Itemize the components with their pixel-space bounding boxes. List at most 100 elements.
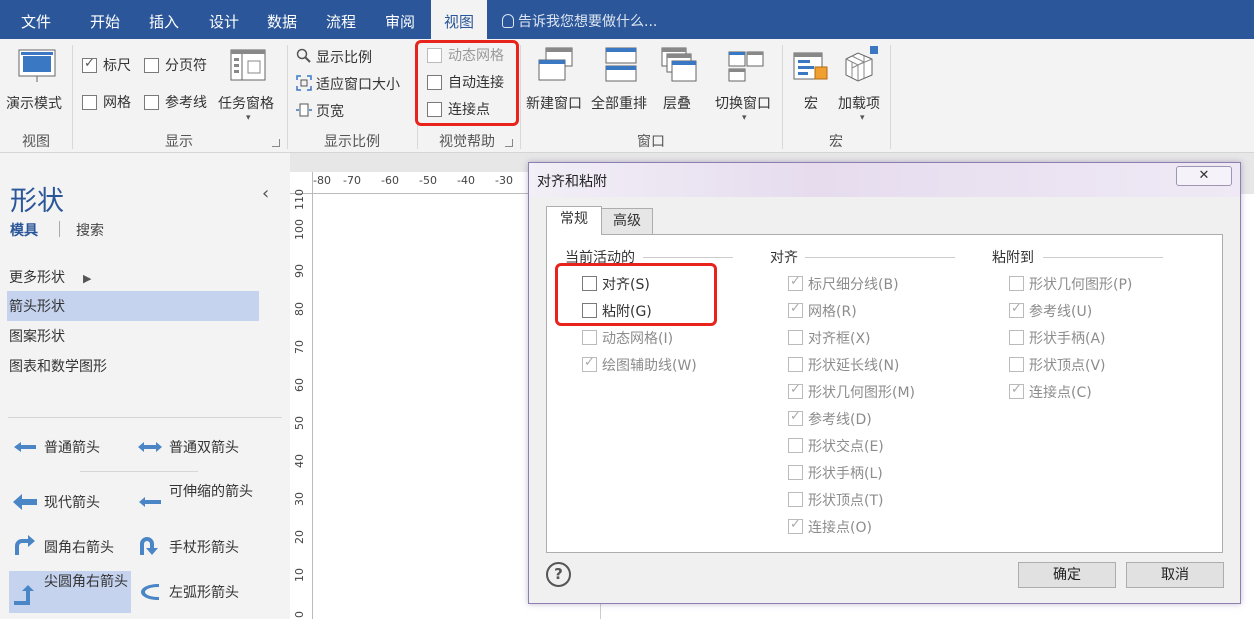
collapse-pane-icon[interactable]: ‹: [262, 183, 269, 204]
snap-guides-label: 参考线(D): [808, 412, 872, 428]
close-button[interactable]: ✕: [1176, 166, 1232, 186]
new-window-icon: [538, 47, 573, 81]
page-breaks-label: 分页符: [165, 58, 207, 74]
group-separator: [890, 45, 891, 149]
pointed-rounded-arrow-icon: [14, 585, 34, 605]
page-width-button[interactable]: 页宽: [294, 100, 374, 122]
dialog-titlebar[interactable]: 对齐和粘附 ✕: [529, 163, 1240, 197]
dialog-launcher-icon[interactable]: [272, 139, 280, 147]
macros-button[interactable]: 宏: [790, 45, 832, 123]
shape-simple-arrow[interactable]: 普通箭头: [10, 433, 132, 461]
help-button[interactable]: ?: [546, 562, 571, 587]
glue-connection-points-checkbox[interactable]: [1009, 382, 1024, 399]
stencil-charts-math[interactable]: 图表和数学图形: [9, 356, 107, 376]
addins-button[interactable]: 加载项 ▾: [836, 45, 890, 123]
snap-shape-extensions-label: 形状延长线(N): [808, 358, 900, 374]
snap-alignment-box-checkbox[interactable]: [788, 330, 803, 345]
task-panes-button[interactable]: 任务窗格 ▾: [216, 45, 282, 123]
menu-design[interactable]: 设计: [196, 0, 252, 39]
vertical-ruler[interactable]: 110 100 90 80 70 60 50 40 30 20 10 0: [290, 189, 313, 619]
switch-windows-icon: [728, 51, 764, 82]
macro-icon: [793, 52, 828, 80]
snap-intersections-checkbox[interactable]: [788, 438, 803, 453]
guides-checkbox[interactable]: [144, 95, 159, 110]
grid-checkbox[interactable]: [82, 95, 97, 110]
glue-shape-geometry-checkbox[interactable]: [1009, 276, 1024, 291]
tab-general[interactable]: 常规: [546, 206, 602, 235]
shape-modern-arrow[interactable]: 现代箭头: [10, 488, 132, 516]
ok-button[interactable]: 确定: [1018, 562, 1116, 588]
menu-bar: 文件 开始 插入 设计 数据 流程 审阅 视图 告诉我您想要做什么...: [0, 0, 1254, 39]
chevron-down-icon: ▾: [860, 113, 865, 123]
tab-search[interactable]: 搜索: [76, 220, 104, 240]
cascade-button[interactable]: 层叠: [655, 45, 705, 115]
glue-vertices-checkbox[interactable]: [1009, 357, 1024, 372]
lightbulb-icon: [502, 14, 514, 28]
horizontal-ruler[interactable]: -80 -70 -60 -50 -40 -30: [313, 172, 533, 194]
shape-cane-arrow[interactable]: 手杖形箭头: [135, 533, 275, 561]
shapes-pane: 形状 ‹ 模具 搜索 更多形状 ▶ 箭头形状 图案形状 图表和数学图形 普通箭头 …: [0, 153, 290, 619]
snap-ruler-subdivisions-checkbox[interactable]: [788, 274, 803, 291]
page-width-icon: [296, 103, 312, 117]
glue-guides-checkbox[interactable]: [1009, 301, 1024, 318]
ruler-checkbox[interactable]: [82, 56, 97, 73]
dynamic-grid-option-label: 动态网格(I): [602, 331, 674, 347]
snap-vertices-checkbox[interactable]: [788, 492, 803, 507]
menu-insert[interactable]: 插入: [136, 0, 192, 39]
snap-shape-extensions-checkbox[interactable]: [788, 357, 803, 372]
presentation-mode-button[interactable]: 演示模式: [4, 45, 70, 112]
shape-flexible-arrow[interactable]: 可伸缩的箭头: [135, 483, 275, 523]
snap-alignment-box-label: 对齐框(X): [808, 331, 871, 347]
ribbon: 演示模式 视图 标尺 分页符 网格 参考线 任务窗格 ▾ 显示 显示比例 适应窗…: [0, 39, 1254, 153]
chevron-down-icon: ▾: [742, 113, 747, 123]
menu-data[interactable]: 数据: [254, 0, 310, 39]
shape-rounded-right-arrow[interactable]: 圆角右箭头: [10, 533, 132, 561]
tab-advanced[interactable]: 高级: [601, 208, 653, 235]
rounded-arrow-icon: [15, 535, 35, 555]
snap-handles-checkbox[interactable]: [788, 465, 803, 480]
help-icon: ?: [554, 565, 563, 583]
left-arrow-icon: [14, 442, 36, 452]
chevron-right-icon: ▶: [83, 272, 92, 285]
group-label-visual-aids: 视觉帮助: [439, 134, 495, 150]
divider: [8, 417, 282, 418]
stencil-arrows[interactable]: 箭头形状: [9, 296, 65, 316]
menu-home[interactable]: 开始: [78, 0, 132, 39]
shape-double-arrow[interactable]: 普通双箭头: [135, 433, 275, 461]
fit-to-window-button[interactable]: 适应窗口大小: [294, 73, 414, 95]
zoom-button[interactable]: 显示比例: [294, 46, 404, 68]
arrange-all-button[interactable]: 全部重排: [589, 45, 653, 115]
menu-process[interactable]: 流程: [313, 0, 369, 39]
snap-ruler-subdivisions-label: 标尺细分线(B): [808, 277, 899, 293]
snap-connection-points-checkbox[interactable]: [788, 517, 803, 534]
divider: [80, 471, 198, 472]
group-label-view: 视图: [22, 134, 50, 150]
double-arrow-icon: [138, 442, 162, 452]
more-shapes-item[interactable]: 更多形状 ▶: [9, 267, 91, 287]
section-line: [643, 257, 733, 258]
glue-vertices-label: 形状顶点(V): [1029, 358, 1106, 374]
tell-me-search[interactable]: 告诉我您想要做什么...: [502, 0, 657, 39]
menu-file[interactable]: 文件: [8, 0, 64, 39]
glue-handles-checkbox[interactable]: [1009, 330, 1024, 345]
dynamic-grid-option-checkbox[interactable]: [582, 330, 597, 345]
shape-left-arc-arrow[interactable]: 左弧形箭头: [135, 578, 275, 606]
stencil-patterns[interactable]: 图案形状: [9, 326, 65, 346]
cancel-button[interactable]: 取消: [1126, 562, 1224, 588]
menu-view[interactable]: 视图: [431, 0, 487, 39]
menu-review[interactable]: 审阅: [372, 0, 428, 39]
tab-stencils[interactable]: 模具: [10, 220, 38, 240]
snap-guides-checkbox[interactable]: [788, 409, 803, 426]
switch-windows-button[interactable]: 切换窗口 ▾: [712, 45, 780, 123]
highlight-box: [555, 263, 717, 326]
snap-connection-points-label: 连接点(O): [808, 520, 872, 536]
page-breaks-checkbox[interactable]: [144, 58, 159, 73]
new-window-button[interactable]: 新建窗口: [524, 45, 588, 115]
snap-grid-checkbox[interactable]: [788, 301, 803, 318]
arrange-all-icon: [605, 47, 637, 82]
shape-pointed-rounded-arrow[interactable]: 尖圆角右箭头: [10, 573, 132, 613]
snap-shape-geometry-checkbox[interactable]: [788, 382, 803, 399]
drawing-aids-checkbox[interactable]: [582, 355, 597, 372]
group-label-display: 显示: [165, 134, 193, 150]
dialog-launcher-icon[interactable]: [505, 139, 513, 147]
